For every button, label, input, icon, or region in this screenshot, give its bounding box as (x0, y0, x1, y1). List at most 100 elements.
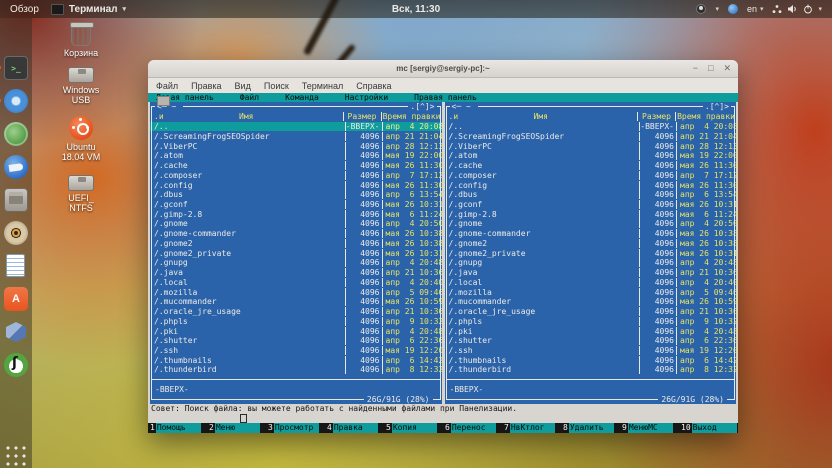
file-cabinet-icon[interactable] (4, 188, 28, 212)
column-header-size[interactable]: Размер (343, 112, 381, 121)
file-row[interactable]: /.java4096апр 21 10:36 (150, 268, 442, 278)
column-header-size[interactable]: Размер (637, 112, 675, 121)
file-row[interactable]: /.gimp-2.84096мая 6 11:24 (445, 209, 737, 219)
file-row[interactable]: /.oracle_jre_usage4096апр 21 10:36 (445, 307, 737, 317)
fkey-9[interactable]: 9МенюМС (620, 423, 679, 433)
desktop-icon-usb-drive[interactable]: UEFI_ NTFS (38, 170, 124, 213)
mc-menu-item[interactable]: Настройки (345, 93, 388, 102)
file-row[interactable]: /.gnome24096мая 26 10:38 (150, 239, 442, 249)
desktop-icon-usb-drive[interactable]: Windows USB (38, 62, 124, 105)
chromium-icon[interactable] (4, 89, 28, 113)
terminal-menu-item[interactable]: Терминал (302, 81, 343, 91)
file-row[interactable]: /.gnome-commander4096мая 26 10:38 (150, 229, 442, 239)
column-header-time[interactable]: Время правки (381, 112, 442, 121)
desktop-icon-trash[interactable]: Корзина (38, 24, 124, 58)
panel-controls[interactable]: .[^]> (408, 102, 436, 112)
app-menu[interactable]: Терминал ▾ (51, 4, 126, 15)
file-row[interactable]: /.gnome2_private4096мая 26 10:31 (150, 248, 442, 258)
app-indicator-icon[interactable] (728, 4, 738, 14)
file-row[interactable]: /.local4096апр 4 20:40 (150, 278, 442, 288)
file-row[interactable]: /.ssh4096мая 19 12:20 (445, 346, 737, 356)
terminal-menu-item[interactable]: Файл (156, 81, 178, 91)
file-row[interactable]: /.cache4096мая 26 11:30 (150, 161, 442, 171)
fkey-3[interactable]: 3Просмотр (266, 423, 325, 433)
fkey-8[interactable]: 8Удалить (561, 423, 620, 433)
titlebar[interactable]: mc [sergiy@sergiy-pc]:~ − □ ✕ (148, 60, 738, 78)
maximize-button[interactable]: □ (708, 64, 713, 73)
file-row[interactable]: /.composer4096апр 7 17:12 (150, 170, 442, 180)
file-row[interactable]: /.mozilla4096апр 5 09:46 (150, 287, 442, 297)
column-header-name[interactable]: .иИмя (445, 112, 638, 121)
panel-path[interactable]: <─ ~ (450, 102, 478, 112)
file-row[interactable]: /..-ВВЕРХ-апр 4 20:08 (150, 122, 442, 132)
column-header-time[interactable]: Время правки (675, 112, 736, 121)
file-row[interactable]: /.gnome4096апр 4 20:50 (445, 219, 737, 229)
file-row[interactable]: /.gnome24096мая 26 10:38 (445, 239, 737, 249)
file-row[interactable]: /.ssh4096мая 19 12:20 (150, 346, 442, 356)
desktop-icon-ubuntu-logo[interactable]: Ubuntu 18.04 VM (38, 116, 124, 162)
status-account-icon[interactable] (696, 4, 706, 14)
vector-app-icon[interactable] (4, 353, 28, 377)
terminal-icon[interactable]: >_ (4, 56, 28, 80)
terminal-menu-item[interactable]: Справка (356, 81, 391, 91)
file-row[interactable]: /.atom4096мая 19 22:00 (445, 151, 737, 161)
fkey-4[interactable]: 4Правка (325, 423, 384, 433)
file-row[interactable]: /.gnome-commander4096мая 26 10:38 (445, 229, 737, 239)
green-app-icon[interactable] (4, 122, 28, 146)
orange-a-app-icon[interactable]: A (4, 287, 28, 311)
file-row[interactable]: /.shutter4096апр 6 22:36 (445, 336, 737, 346)
firefox-icon[interactable] (4, 23, 28, 47)
file-row[interactable]: /.pki4096апр 4 20:48 (445, 326, 737, 336)
file-row[interactable]: /.ScreamingFrogSEOSpider4096апр 21 21:04 (150, 131, 442, 141)
file-row[interactable]: /.phpls4096апр 9 10:32 (445, 316, 737, 326)
mc-command-line[interactable] (148, 413, 738, 422)
file-row[interactable]: /.gimp-2.84096мая 6 11:24 (150, 209, 442, 219)
mc-menu-item[interactable]: Файл (240, 93, 259, 102)
file-row[interactable]: /.thunderbird4096апр 8 12:32 (445, 365, 737, 375)
file-row[interactable]: /.gnome2_private4096мая 26 10:31 (445, 248, 737, 258)
thunderbird-icon[interactable] (4, 155, 28, 179)
file-row[interactable]: /.thumbnails4096апр 6 14:42 (150, 355, 442, 365)
fkey-6[interactable]: 6Перенос (443, 423, 502, 433)
file-row[interactable]: /.thumbnails4096апр 6 14:42 (445, 355, 737, 365)
file-row[interactable]: /.ViberPC4096апр 28 12:13 (445, 141, 737, 151)
system-status-area[interactable]: ▾ (772, 4, 822, 14)
file-row[interactable]: /.cache4096мая 26 11:30 (445, 161, 737, 171)
file-row[interactable]: /.local4096апр 4 20:40 (445, 278, 737, 288)
keyboard-layout[interactable]: en ▾ (747, 4, 764, 14)
virtualbox-icon[interactable] (4, 320, 28, 344)
file-row[interactable]: /.ViberPC4096апр 28 12:13 (150, 141, 442, 151)
file-row[interactable]: /.gnome4096апр 4 20:50 (150, 219, 442, 229)
minimize-button[interactable]: − (693, 64, 698, 73)
clock[interactable]: Вск, 11:30 (392, 4, 440, 15)
terminal-menu-item[interactable]: Правка (191, 81, 221, 91)
file-row[interactable]: /.gconf4096мая 26 10:31 (150, 200, 442, 210)
file-row[interactable]: /..-ВВЕРХ-апр 4 20:08 (445, 122, 737, 132)
file-row[interactable]: /.ScreamingFrogSEOSpider4096апр 21 21:04 (445, 131, 737, 141)
file-row[interactable]: /.phpls4096апр 9 10:32 (150, 316, 442, 326)
file-row[interactable]: /.thunderbird4096апр 8 12:32 (150, 365, 442, 375)
fkey-7[interactable]: 7НвКтлог (502, 423, 561, 433)
show-applications-icon[interactable] (4, 444, 28, 468)
fkey-10[interactable]: 10Выход (679, 423, 738, 433)
libreoffice-writer-icon[interactable] (4, 254, 28, 278)
panel-controls[interactable]: .[^]> (703, 102, 731, 112)
terminal-menu-item[interactable]: Поиск (264, 81, 289, 91)
mc-menu-item[interactable]: Команда (285, 93, 319, 102)
file-row[interactable]: /.gconf4096мая 26 10:31 (445, 200, 737, 210)
terminal-menu-item[interactable]: Вид (235, 81, 251, 91)
file-row[interactable]: /.pki4096апр 4 20:48 (150, 326, 442, 336)
fkey-2[interactable]: 2Меню (207, 423, 266, 433)
file-row[interactable]: /.mucommander4096мая 26 10:59 (445, 297, 737, 307)
file-row[interactable]: /.config4096мая 26 11:30 (150, 180, 442, 190)
fkey-5[interactable]: 5Копия (384, 423, 443, 433)
file-row[interactable]: /.mucommander4096мая 26 10:59 (150, 297, 442, 307)
file-row[interactable]: /.gnupg4096апр 4 20:48 (445, 258, 737, 268)
fkey-1[interactable]: 1Помощь (148, 423, 207, 433)
camera-app-icon[interactable] (4, 221, 28, 245)
file-row[interactable]: /.dbus4096апр 6 13:54 (445, 190, 737, 200)
column-header-name[interactable]: .иИмя (150, 112, 343, 121)
mc-menu-item[interactable]: Правая панель (414, 93, 477, 102)
file-row[interactable]: /.gnupg4096апр 4 20:48 (150, 258, 442, 268)
file-row[interactable]: /.config4096мая 26 11:30 (445, 180, 737, 190)
